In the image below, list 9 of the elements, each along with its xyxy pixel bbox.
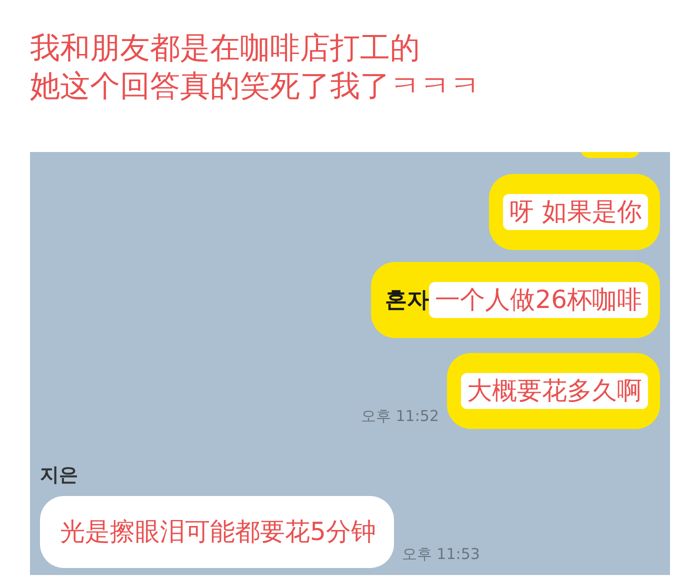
- sender-name: 지은: [40, 463, 79, 488]
- caption-line: 她这个回答真的笑死了我了ㅋㅋㅋ: [30, 68, 481, 106]
- message-time: 오후 11:53: [402, 544, 480, 565]
- translation-label: 一个人做26杯咖啡: [429, 282, 648, 318]
- translation-label: 大概要花多久啊: [461, 373, 648, 409]
- translation-label: 呀 如果是你: [503, 194, 648, 230]
- message-time: 오후 11:52: [361, 406, 439, 426]
- message-text: 혼자: [385, 286, 430, 314]
- caption-line: 我和朋友都是在咖啡店打工的: [30, 30, 421, 68]
